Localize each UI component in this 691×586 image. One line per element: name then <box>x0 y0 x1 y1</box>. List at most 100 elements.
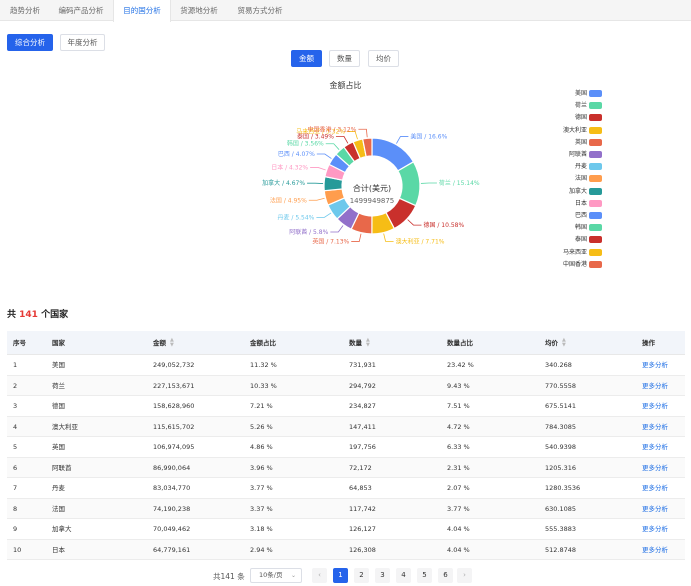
slice-label: 荷兰 / 15.14% <box>439 179 480 187</box>
col-avg-price[interactable]: 均价 ▲ ▼ <box>545 331 566 355</box>
more-analysis-link[interactable]: 更多分析 <box>642 437 668 457</box>
col-quantity[interactable]: 数量 ▲ ▼ <box>349 331 370 355</box>
country-count: 141 <box>19 310 38 320</box>
legend-label: 阿联酋 <box>568 151 587 158</box>
legend-label: 德国 <box>574 114 587 122</box>
legend-label: 加拿大 <box>568 187 587 195</box>
legend-swatch <box>589 236 602 244</box>
table-cell: 117,742 <box>349 504 376 513</box>
more-analysis-link[interactable]: 更多分析 <box>642 417 668 437</box>
table-cell: 770.5558 <box>545 381 577 390</box>
table-cell: 2.07 % <box>447 484 470 492</box>
more-analysis-link[interactable]: 更多分析 <box>642 519 668 539</box>
slice-label: 澳大利亚 / 7.71% <box>396 237 445 245</box>
table-cell: 227,153,671 <box>153 381 195 390</box>
sort-icon[interactable]: ▲ ▼ <box>366 338 370 348</box>
sort-icon[interactable]: ▲ ▼ <box>562 338 566 348</box>
table-cell: 3.77 % <box>250 484 273 492</box>
table-cell: 8 <box>13 504 18 513</box>
legend-item[interactable]: 英国 <box>540 138 602 147</box>
table-cell: 6 <box>13 463 18 472</box>
table-cell: 澳大利亚 <box>52 422 78 431</box>
slice-leader-line <box>396 136 409 144</box>
page-button[interactable]: 2 <box>354 568 369 583</box>
legend-swatch <box>589 175 602 183</box>
page-button[interactable]: 3 <box>375 568 390 583</box>
table-row: 9 加拿大 70,049,462 3.18 % 126,127 4.04 % 555.388… <box>7 519 685 540</box>
legend-item[interactable]: 韩国 <box>540 223 602 232</box>
country-count-title: 共 141 个国家 <box>7 307 68 320</box>
table-cell: 630.1085 <box>545 504 577 513</box>
table-cell: 3.77 % <box>447 504 470 513</box>
slice-leader-line <box>310 167 326 171</box>
legend-item[interactable]: 美国 <box>540 89 602 98</box>
table-row: 2 荷兰 227,153,671 10.33 % 294,792 9.43 % 770.55… <box>7 375 685 396</box>
more-analysis-link[interactable]: 更多分析 <box>642 396 668 416</box>
table-row: 3 德国 158,628,960 7.21 % 234,827 7.51 % 675.514… <box>7 396 685 417</box>
slice-leader-line <box>316 153 332 159</box>
col-amount[interactable]: 金额 ▲ ▼ <box>153 331 174 355</box>
legend-item[interactable]: 泰国 <box>540 235 602 244</box>
legend-label: 泰国 <box>574 236 587 244</box>
table-cell: 5.26 % <box>250 422 273 431</box>
more-analysis-link[interactable]: 更多分析 <box>642 355 668 375</box>
table-cell: 147,411 <box>349 422 376 431</box>
legend-item[interactable]: 日本 <box>540 199 602 208</box>
slice-label: 丹麦 / 5.54% <box>277 213 314 221</box>
table-cell: 1205.316 <box>545 463 577 472</box>
table-cell: 731,931 <box>349 361 376 369</box>
legend-item[interactable]: 荷兰 <box>540 101 602 110</box>
slice-leader-line <box>407 219 422 226</box>
next-page-button[interactable]: › <box>457 568 472 583</box>
slice-label: 加拿大 / 4.67% <box>262 179 305 187</box>
prev-page-button[interactable]: ‹ <box>312 568 327 583</box>
legend-item[interactable]: 巴西 <box>540 211 602 220</box>
table-cell: 555.3883 <box>545 525 577 533</box>
count-suffix: 个国家 <box>37 310 69 320</box>
legend-label: 荷兰 <box>574 102 587 110</box>
legend-swatch <box>589 90 602 97</box>
legend-label: 马来西亚 <box>562 248 587 256</box>
col-action: 操作 <box>642 339 655 347</box>
table-cell: 197,756 <box>349 443 376 451</box>
page-button[interactable]: 1 <box>333 568 348 583</box>
table-cell: 美国 <box>52 361 65 369</box>
legend-item[interactable]: 阿联酋 <box>540 150 602 159</box>
slice-label: 中国香港 / 3.12% <box>308 125 357 133</box>
table-cell: 2 <box>13 381 18 390</box>
col-amount-share: 金额占比 <box>250 339 276 347</box>
legend-item[interactable]: 丹麦 <box>540 162 602 171</box>
legend-item[interactable]: 中国香港 <box>540 260 602 269</box>
page-button[interactable]: 6 <box>438 568 453 583</box>
sort-icon[interactable]: ▲ ▼ <box>170 338 174 348</box>
table-cell: 64,779,161 <box>153 545 191 554</box>
legend-item[interactable]: 加拿大 <box>540 187 602 196</box>
legend-label: 法国 <box>574 175 587 183</box>
more-analysis-link[interactable]: 更多分析 <box>642 478 668 498</box>
legend-swatch <box>589 212 602 219</box>
slice-leader-line <box>325 143 340 150</box>
table-cell: 7 <box>13 484 18 492</box>
page-button[interactable]: 4 <box>396 568 411 583</box>
page-button[interactable]: 5 <box>417 568 432 583</box>
table-cell: 4.04 % <box>447 525 470 533</box>
legend-item[interactable]: 澳大利亚 <box>540 126 602 135</box>
legend-item[interactable]: 德国 <box>540 113 602 122</box>
page-size-select[interactable]: 10条/页 ⌄ <box>250 568 302 583</box>
legend-item[interactable]: 法国 <box>540 174 602 183</box>
slice-leader-line <box>358 128 368 138</box>
col-quantity-share: 数量占比 <box>447 339 473 347</box>
table-cell: 2.31 % <box>447 463 470 472</box>
legend-item[interactable]: 马来西亚 <box>540 248 602 257</box>
more-analysis-link[interactable]: 更多分析 <box>642 499 668 519</box>
table-cell: 784.3085 <box>545 422 577 431</box>
more-analysis-link[interactable]: 更多分析 <box>642 540 668 560</box>
table-cell: 1280.3536 <box>545 484 581 492</box>
more-analysis-link[interactable]: 更多分析 <box>642 376 668 396</box>
table-row: 8 法国 74,190,238 3.37 % 117,742 3.77 % 630.1085… <box>7 498 685 519</box>
more-analysis-link[interactable]: 更多分析 <box>642 458 668 478</box>
col-index: 序号 <box>13 339 26 347</box>
legend-swatch <box>589 114 602 122</box>
table-cell: 7.51 % <box>447 402 470 410</box>
legend-swatch <box>589 187 602 195</box>
